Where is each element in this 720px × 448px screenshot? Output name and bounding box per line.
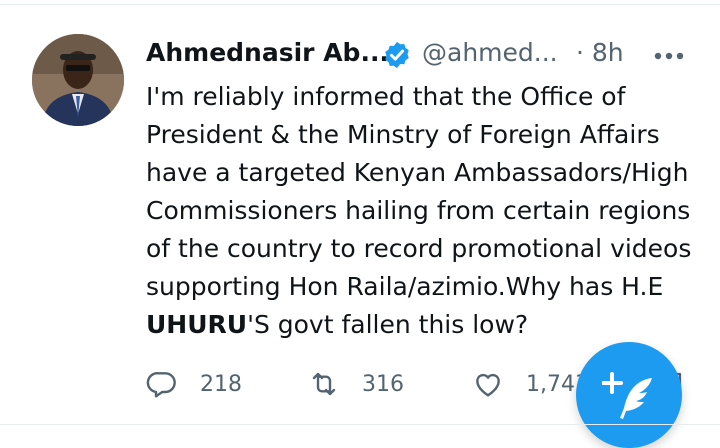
tweet-header: Ahmednasir Ab... @ahmed... · 8h — [146, 36, 696, 74]
retweet-button[interactable]: 316 — [308, 362, 404, 406]
more-dots-icon[interactable] — [652, 46, 686, 66]
compose-tweet-button[interactable] — [576, 342, 682, 448]
reply-count: 218 — [200, 371, 242, 397]
reply-icon — [146, 372, 176, 398]
tweet-text: I'm reliably informed that the Office of… — [146, 78, 706, 344]
compose-tweet-icon — [602, 372, 652, 419]
avatar[interactable] — [32, 34, 124, 126]
top-divider — [0, 4, 720, 5]
retweet-icon — [312, 372, 336, 396]
author-name[interactable]: Ahmednasir Ab... — [146, 38, 389, 67]
bottom-divider — [0, 424, 720, 425]
reply-button[interactable]: 218 — [146, 362, 242, 406]
avatar-image — [32, 34, 124, 126]
verified-badge-icon — [385, 41, 409, 69]
retweet-count: 316 — [362, 371, 404, 397]
like-button[interactable]: 1,743 — [472, 362, 589, 406]
tweet-text-bold: UHURU — [146, 310, 248, 339]
tweet-text-part: 'S govt fallen this low? — [247, 310, 529, 339]
tweet-time[interactable]: · 8h — [576, 38, 624, 67]
tweet-text-part: I'm reliably informed that the Office of… — [146, 82, 692, 301]
author-handle[interactable]: @ahmed... — [422, 38, 558, 67]
heart-icon — [476, 373, 500, 397]
